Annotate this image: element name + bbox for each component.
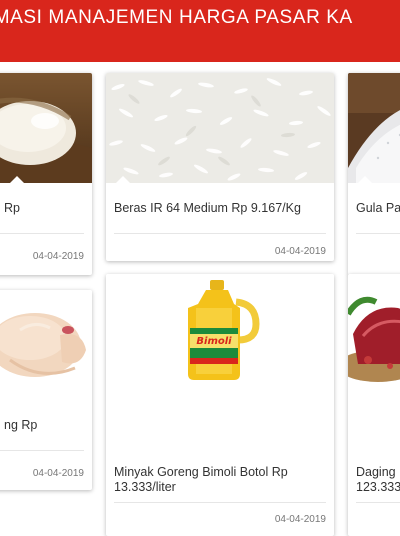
product-card-beras-ir64[interactable]: Beras IR 64 Medium Rp 9.167/Kg 04-04-201…: [106, 73, 334, 261]
product-name: Beras IR 64 Medium Rp 9.167/Kg: [114, 201, 301, 215]
product-name: Daging 123.333: [356, 465, 400, 494]
product-name: Gula Pa: [356, 201, 400, 215]
product-date: 04-04-2019: [32, 468, 84, 479]
product-card-rice-bowl[interactable]: Rp 04-04-2019: [0, 73, 92, 275]
header-banner: ORMASI MANAJEMEN HARGA PASAR KA: [0, 0, 400, 62]
beef-image: [348, 274, 400, 386]
product-date: 04-04-2019: [32, 251, 84, 262]
cooking-oil-bottle-image: Bimoli: [106, 274, 334, 386]
page-title: ORMASI MANAJEMEN HARGA PASAR KA: [0, 7, 353, 28]
svg-text:Bimoli: Bimoli: [196, 336, 232, 347]
chicken-image: [0, 290, 92, 390]
product-grid: Rp 04-04-2019 Beras IR 64 Medium Rp 9.16…: [0, 62, 400, 536]
product-card-minyak-goreng[interactable]: Bimoli Minyak Goreng Bimoli Botol Rp 13.…: [106, 274, 334, 536]
product-card-daging[interactable]: Daging 123.333: [348, 274, 400, 536]
product-date: 04-04-2019: [274, 246, 326, 257]
product-name: ng Rp: [4, 418, 38, 432]
product-name: Minyak Goreng Bimoli Botol Rp 13.333/lit…: [114, 465, 288, 494]
product-card-chicken[interactable]: ng Rp 04-04-2019: [0, 290, 92, 490]
rice-bowl-image: [0, 73, 92, 183]
product-card-gula-pasir[interactable]: Gula Pa: [348, 73, 400, 275]
rice-grains-image: [106, 73, 334, 183]
product-name: Rp: [4, 201, 20, 215]
sugar-image: [348, 73, 400, 183]
